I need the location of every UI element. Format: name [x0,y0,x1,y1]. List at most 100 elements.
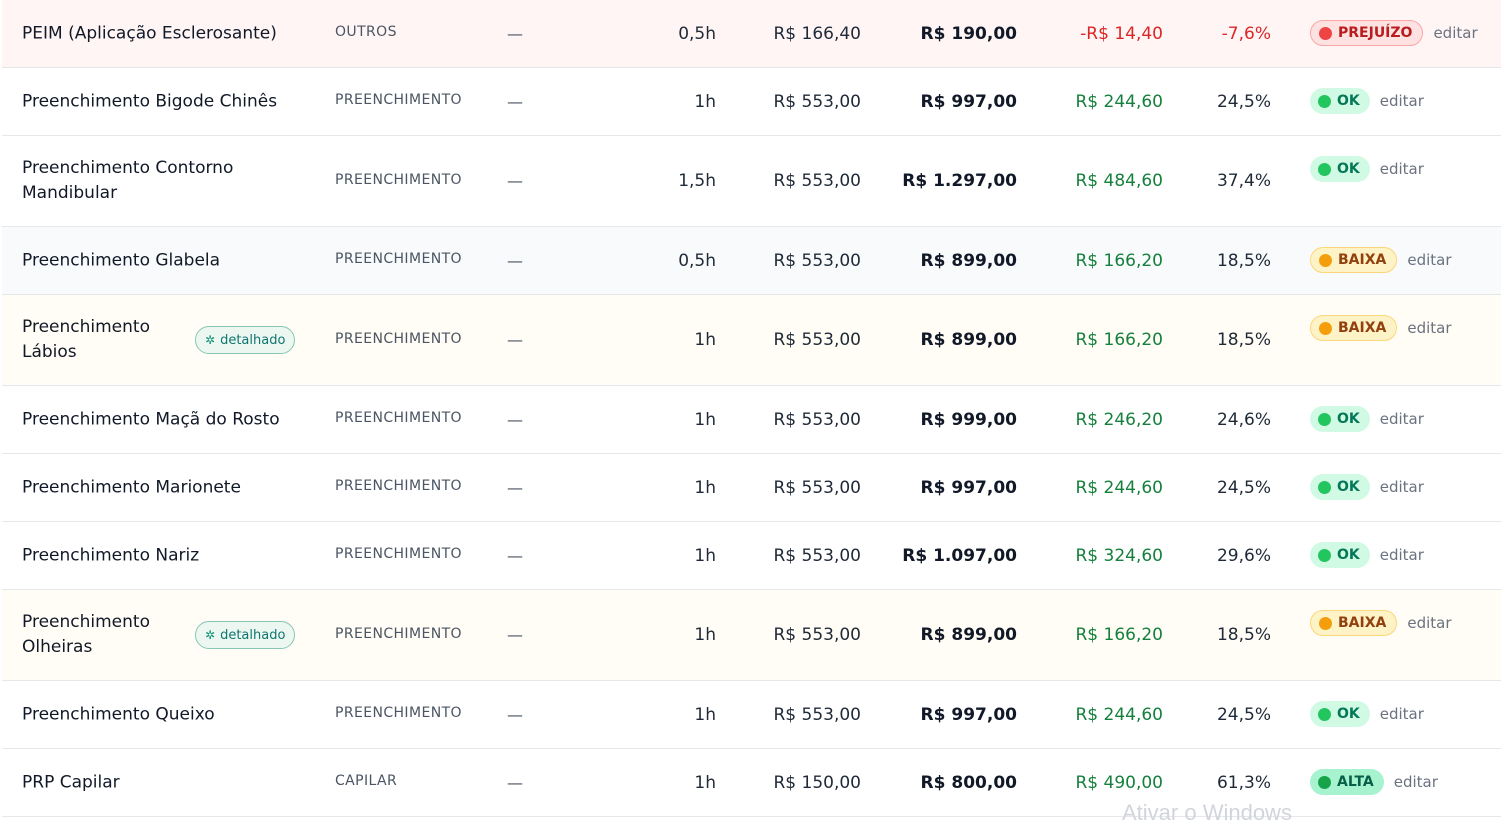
edit-link[interactable]: editar [1380,410,1424,428]
procedure-name: Preenchimento Marionete [22,477,241,497]
price: R$ 999,00 [920,409,1017,430]
procedure-category: PREENCHIMENTO [335,546,462,562]
procedure-category: PREENCHIMENTO [335,172,462,188]
detail-badge[interactable]: ✲ detalhado [195,621,296,649]
empty-value: — [507,24,523,43]
windows-activation-watermark: Ativar o Windows [1122,800,1292,825]
detail-badge[interactable]: ✲ detalhado [195,326,296,354]
status-badge: BAIXA [1310,315,1398,341]
status-cell: BAIXA editar [1310,247,1452,273]
duration: 1h [694,477,716,498]
procedures-table: PEIM (Aplicação Esclerosante) OUTROS — 0… [2,0,1501,817]
status-label: BAIXA [1338,615,1387,631]
duration: 1h [694,625,716,645]
status-badge: OK [1310,542,1370,568]
cost: R$ 553,00 [773,171,861,191]
margin: 18,5% [1216,330,1271,350]
empty-value: — [507,546,523,565]
status-dot-icon [1318,707,1331,721]
procedure-category: PREENCHIMENTO [335,331,462,347]
profit: R$ 490,00 [1075,772,1163,793]
procedure-name: PRP Capilar [22,772,120,792]
edit-link[interactable]: editar [1380,478,1424,496]
status-badge: PREJUÍZO [1310,20,1424,46]
cost: R$ 553,00 [773,477,861,498]
procedure-name: Preenchimento Lábios [22,317,150,362]
detail-badge-label: detalhado [220,332,286,348]
procedure-name: Preenchimento Glabela [22,250,221,270]
empty-value: — [507,410,523,429]
duration: 1h [694,545,716,566]
margin: 24,5% [1216,704,1271,725]
status-cell: OK editar [1310,542,1424,568]
procedure-category: PREENCHIMENTO [335,92,462,108]
cost: R$ 166,40 [773,23,861,44]
duration: 1h [694,330,716,350]
procedure-category: OUTROS [335,24,397,40]
edit-link[interactable]: editar [1394,773,1438,791]
edit-link[interactable]: editar [1407,251,1451,269]
status-dot-icon [1318,775,1331,789]
cost: R$ 553,00 [773,330,861,350]
status-badge: OK [1310,406,1370,432]
procedure-name: Preenchimento Bigode Chinês [22,91,278,111]
duration: 1h [694,409,716,430]
status-dot-icon [1319,616,1332,630]
status-badge: BAIXA [1310,247,1398,273]
margin: 18,5% [1216,250,1271,271]
edit-link[interactable]: editar [1380,92,1424,110]
edit-link[interactable]: editar [1407,614,1451,632]
price: R$ 1.297,00 [902,171,1017,191]
profit: R$ 484,60 [1075,171,1163,191]
price: R$ 997,00 [920,704,1017,725]
status-label: ALTA [1337,774,1374,790]
edit-link[interactable]: editar [1407,319,1451,337]
status-cell: ALTA editar [1310,769,1438,795]
profit: R$ 166,20 [1075,250,1163,271]
status-label: OK [1337,479,1360,495]
edit-link[interactable]: editar [1380,546,1424,564]
edit-link[interactable]: editar [1433,24,1477,42]
profit: R$ 166,20 [1075,330,1163,350]
price: R$ 800,00 [920,772,1017,793]
edit-link[interactable]: editar [1380,705,1424,723]
procedure-category: PREENCHIMENTO [335,251,462,267]
margin: 37,4% [1216,171,1271,191]
empty-value: — [507,330,523,350]
status-badge: OK [1310,474,1370,500]
price: R$ 190,00 [920,23,1017,44]
status-badge: OK [1310,156,1370,182]
price: R$ 997,00 [920,477,1017,498]
margin: -7,6% [1221,23,1271,44]
status-dot-icon [1319,321,1332,335]
cost: R$ 553,00 [773,91,861,112]
empty-value: — [507,251,523,270]
edit-link[interactable]: editar [1380,160,1424,178]
status-label: OK [1337,93,1360,109]
status-dot-icon [1319,26,1332,40]
status-cell: PREJUÍZO editar [1310,20,1478,46]
table-row: Preenchimento Maçã do Rosto PREENCHIMENT… [2,386,1501,454]
status-badge: BAIXA [1310,610,1398,636]
procedure-category: CAPILAR [335,773,398,789]
profit: R$ 244,60 [1075,91,1163,112]
status-cell: OK editar [1310,701,1424,727]
empty-value: — [507,171,523,191]
table-row: Preenchimento Glabela PREENCHIMENTO — 0,… [2,227,1501,295]
margin: 61,3% [1216,772,1271,793]
detail-badge-label: detalhado [220,627,286,643]
table-row: PEIM (Aplicação Esclerosante) OUTROS — 0… [2,0,1501,68]
margin: 24,6% [1216,409,1271,430]
status-badge: OK [1310,701,1370,727]
table-row: Preenchimento Contorno Mandibular PREENC… [2,136,1501,227]
status-cell: BAIXA editar [1310,315,1452,341]
sparkle-icon: ✲ [205,628,216,642]
table-row: Preenchimento Olheiras ✲ detalhado PREENC… [2,590,1501,681]
status-cell: OK editar [1310,156,1424,182]
status-dot-icon [1319,253,1332,267]
status-label: PREJUÍZO [1338,25,1413,41]
procedure-category: PREENCHIMENTO [335,410,462,426]
status-cell: OK editar [1310,88,1424,114]
duration: 0,5h [678,250,716,271]
profit: R$ 246,20 [1075,409,1163,430]
